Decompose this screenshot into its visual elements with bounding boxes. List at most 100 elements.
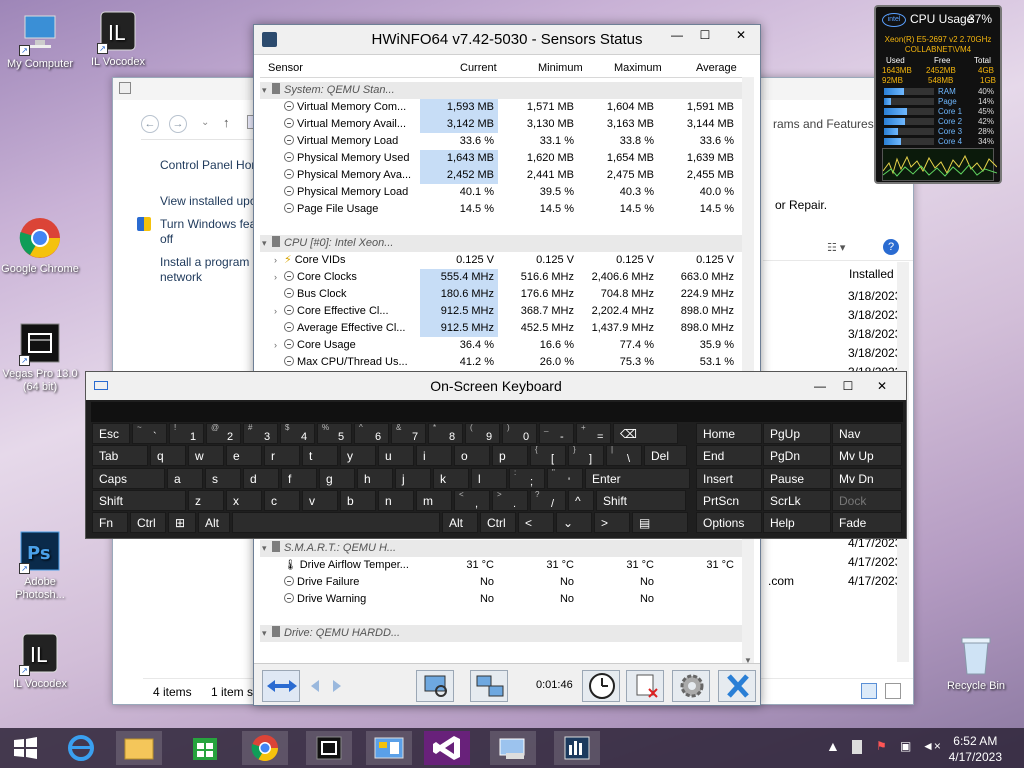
key-r[interactable]: r — [264, 445, 300, 466]
key-f[interactable]: f — [281, 468, 317, 489]
install-program-link[interactable]: Install a program — [160, 255, 249, 269]
tiles-view-icon[interactable] — [885, 683, 901, 699]
key-symbol[interactable]: < — [518, 512, 554, 533]
vegas-taskbar-icon[interactable] — [306, 731, 352, 765]
tray-app-icon[interactable] — [852, 740, 862, 754]
key-5[interactable]: % 5 — [317, 423, 352, 444]
key-space[interactable] — [232, 512, 440, 533]
hwinfo-titlebar[interactable]: HWiNFO64 v7.42-5030 - Sensors Status — ☐… — [254, 25, 760, 55]
forward-arrow-icon[interactable]: → — [169, 115, 187, 133]
sensor-group-row[interactable]: ▾ CPU [#0]: Intel Xeon... — [260, 235, 746, 252]
settings-gear-icon[interactable] — [672, 670, 710, 702]
view-installed-updates-link[interactable]: View installed upc — [160, 194, 256, 208]
internet-explorer-icon[interactable] — [58, 731, 104, 765]
key-insert[interactable]: Insert — [696, 468, 762, 489]
sensor-row[interactable]: › Core Effective Cl... 912.5 MHz 368.7 MHz 2… — [260, 303, 746, 320]
close-sensors-icon[interactable] — [718, 670, 756, 702]
key-nav[interactable]: Nav — [832, 423, 902, 444]
desktop-icon-recycle-bin[interactable]: Recycle Bin — [936, 632, 1016, 693]
taskbar-clock[interactable]: 6:52 AM 4/17/2023 — [949, 733, 1002, 765]
collapse-chevron-icon[interactable]: ▾ — [262, 540, 272, 557]
key-symbol[interactable]: <, — [454, 490, 490, 511]
install-program-link-cont[interactable]: network — [160, 270, 202, 284]
osk-close-button[interactable]: ✕ — [862, 376, 902, 396]
sensor-row[interactable]: Average Effective Cl... 912.5 MHz 452.5 MH… — [260, 320, 746, 337]
key-c[interactable]: c — [264, 490, 300, 511]
chevron-down-icon[interactable]: ⌄ — [201, 117, 209, 128]
hwinfo-taskbar-icon[interactable] — [554, 731, 600, 765]
sensor-row[interactable]: Physical Memory Ava... 2,452 MB 2,441 MB 2,… — [260, 167, 746, 184]
sensor-row[interactable]: Drive Warning No No No — [260, 591, 746, 608]
sensor-row[interactable]: Virtual Memory Load 33.6 % 33.1 % 33.8 % 33.… — [260, 133, 746, 150]
key-symbol[interactable]: + = — [576, 423, 611, 444]
key-symbol[interactable]: ~ ` — [132, 423, 167, 444]
key-end[interactable]: End — [696, 445, 762, 466]
sensor-row[interactable]: 🌡 Drive Airflow Temper... 31 °C 31 °C 31 °C 3… — [260, 557, 746, 574]
key-o[interactable]: o — [454, 445, 490, 466]
key-s[interactable]: s — [205, 468, 241, 489]
start-button[interactable] — [2, 731, 48, 765]
desktop-icon-vegas-pro[interactable]: ↗ Vegas Pro 13.0 (64 bit) — [0, 320, 80, 394]
key-symbol[interactable]: _ - — [539, 423, 574, 444]
key-options[interactable]: Options — [696, 512, 762, 533]
sensor-row[interactable]: Virtual Memory Avail... 3,142 MB 3,130 MB 3… — [260, 116, 746, 133]
visual-studio-icon[interactable] — [424, 731, 470, 765]
sensor-group-row[interactable]: ▾ System: QEMU Stan... — [260, 82, 746, 99]
desktop-icon-chrome[interactable]: Google Chrome — [0, 215, 80, 276]
key-v[interactable]: v — [302, 490, 338, 511]
hwinfo-sensors-window[interactable]: HWiNFO64 v7.42-5030 - Sensors Status — ☐… — [253, 24, 761, 706]
sensor-group-row[interactable]: ▾ Drive: QEMU HARDD... — [260, 625, 746, 642]
key-3[interactable]: #3 — [243, 423, 278, 444]
file-explorer-icon[interactable] — [116, 731, 162, 765]
column-sensor[interactable]: Sensor — [268, 62, 303, 74]
key-b[interactable]: b — [340, 490, 376, 511]
expand-chevron-icon[interactable]: › — [274, 337, 284, 354]
key-symbol[interactable]: }] — [568, 445, 604, 466]
key-shift[interactable]: Shift — [92, 490, 186, 511]
volume-muted-icon[interactable]: ◄× — [922, 739, 941, 753]
key-symbol[interactable]: ▤ — [632, 512, 688, 533]
key-enter[interactable]: Enter — [585, 468, 690, 489]
key-p[interactable]: p — [492, 445, 528, 466]
key-symbol[interactable]: " ' — [547, 468, 583, 489]
network-tray-icon[interactable]: ▣ — [900, 739, 911, 753]
on-screen-keyboard-window[interactable]: On-Screen Keyboard — ☐ ✕ Esc ~ `! 1 @2 #3 $4% 5… — [85, 371, 907, 539]
key-x[interactable]: x — [226, 490, 262, 511]
key-k[interactable]: k — [433, 468, 469, 489]
cp-breadcrumb-tail[interactable]: rams and Features — [773, 117, 874, 131]
key-w[interactable]: w — [188, 445, 224, 466]
osk-titlebar[interactable]: On-Screen Keyboard — ☐ ✕ — [86, 372, 906, 400]
sensor-row[interactable]: Max CPU/Thread Us... 41.2 % 26.0 % 75.3 % 53… — [260, 354, 746, 371]
sensor-row[interactable]: › Core Clocks 555.4 MHz 516.6 MHz 2,406.6 MH… — [260, 269, 746, 286]
sensor-row[interactable]: › Core Usage 36.4 % 16.6 % 77.4 % 35.9 % — [260, 337, 746, 354]
key-6[interactable]: ^ 6 — [354, 423, 389, 444]
key-symbol[interactable]: :; — [509, 468, 545, 489]
key-dock[interactable]: Dock — [832, 490, 902, 511]
key-n[interactable]: n — [378, 490, 414, 511]
monitor-search-icon[interactable] — [416, 670, 454, 702]
on-screen-keyboard-taskbar-icon[interactable] — [490, 731, 536, 765]
control-panel-taskbar-icon[interactable] — [366, 731, 412, 765]
sensor-row[interactable]: › ⚡ Core VIDs 0.125 V 0.125 V 0.125 V 0.125 V — [260, 252, 746, 269]
osk-minimize-button[interactable]: — — [808, 376, 832, 396]
key-2[interactable]: @2 — [206, 423, 241, 444]
key-j[interactable]: j — [395, 468, 431, 489]
key-caps[interactable]: Caps — [92, 468, 165, 489]
view-options-icon[interactable]: ☷ ▾ — [827, 241, 845, 254]
desktop-icon-il-vocodex-top[interactable]: IL ↗ IL Vocodex — [78, 8, 158, 69]
clear-log-icon[interactable] — [626, 670, 664, 702]
key-u[interactable]: u — [378, 445, 414, 466]
key-mvup[interactable]: Mv Up — [832, 445, 902, 466]
collapse-chevron-icon[interactable]: ▾ — [262, 625, 272, 642]
key-ctrl[interactable]: Ctrl — [480, 512, 516, 533]
help-icon[interactable]: ? — [883, 239, 899, 255]
column-average[interactable]: Average — [696, 62, 737, 74]
expand-chevron-icon[interactable]: › — [274, 252, 284, 269]
key-h[interactable]: h — [357, 468, 393, 489]
sensor-group-row[interactable]: ▾ S.M.A.R.T.: QEMU H... — [260, 540, 746, 557]
collapse-arrows-icon[interactable] — [262, 670, 300, 702]
key-fn[interactable]: Fn — [92, 512, 128, 533]
key-shift[interactable]: Shift — [596, 490, 686, 511]
store-icon[interactable] — [182, 731, 228, 765]
maximize-button[interactable]: ☐ — [692, 25, 718, 45]
